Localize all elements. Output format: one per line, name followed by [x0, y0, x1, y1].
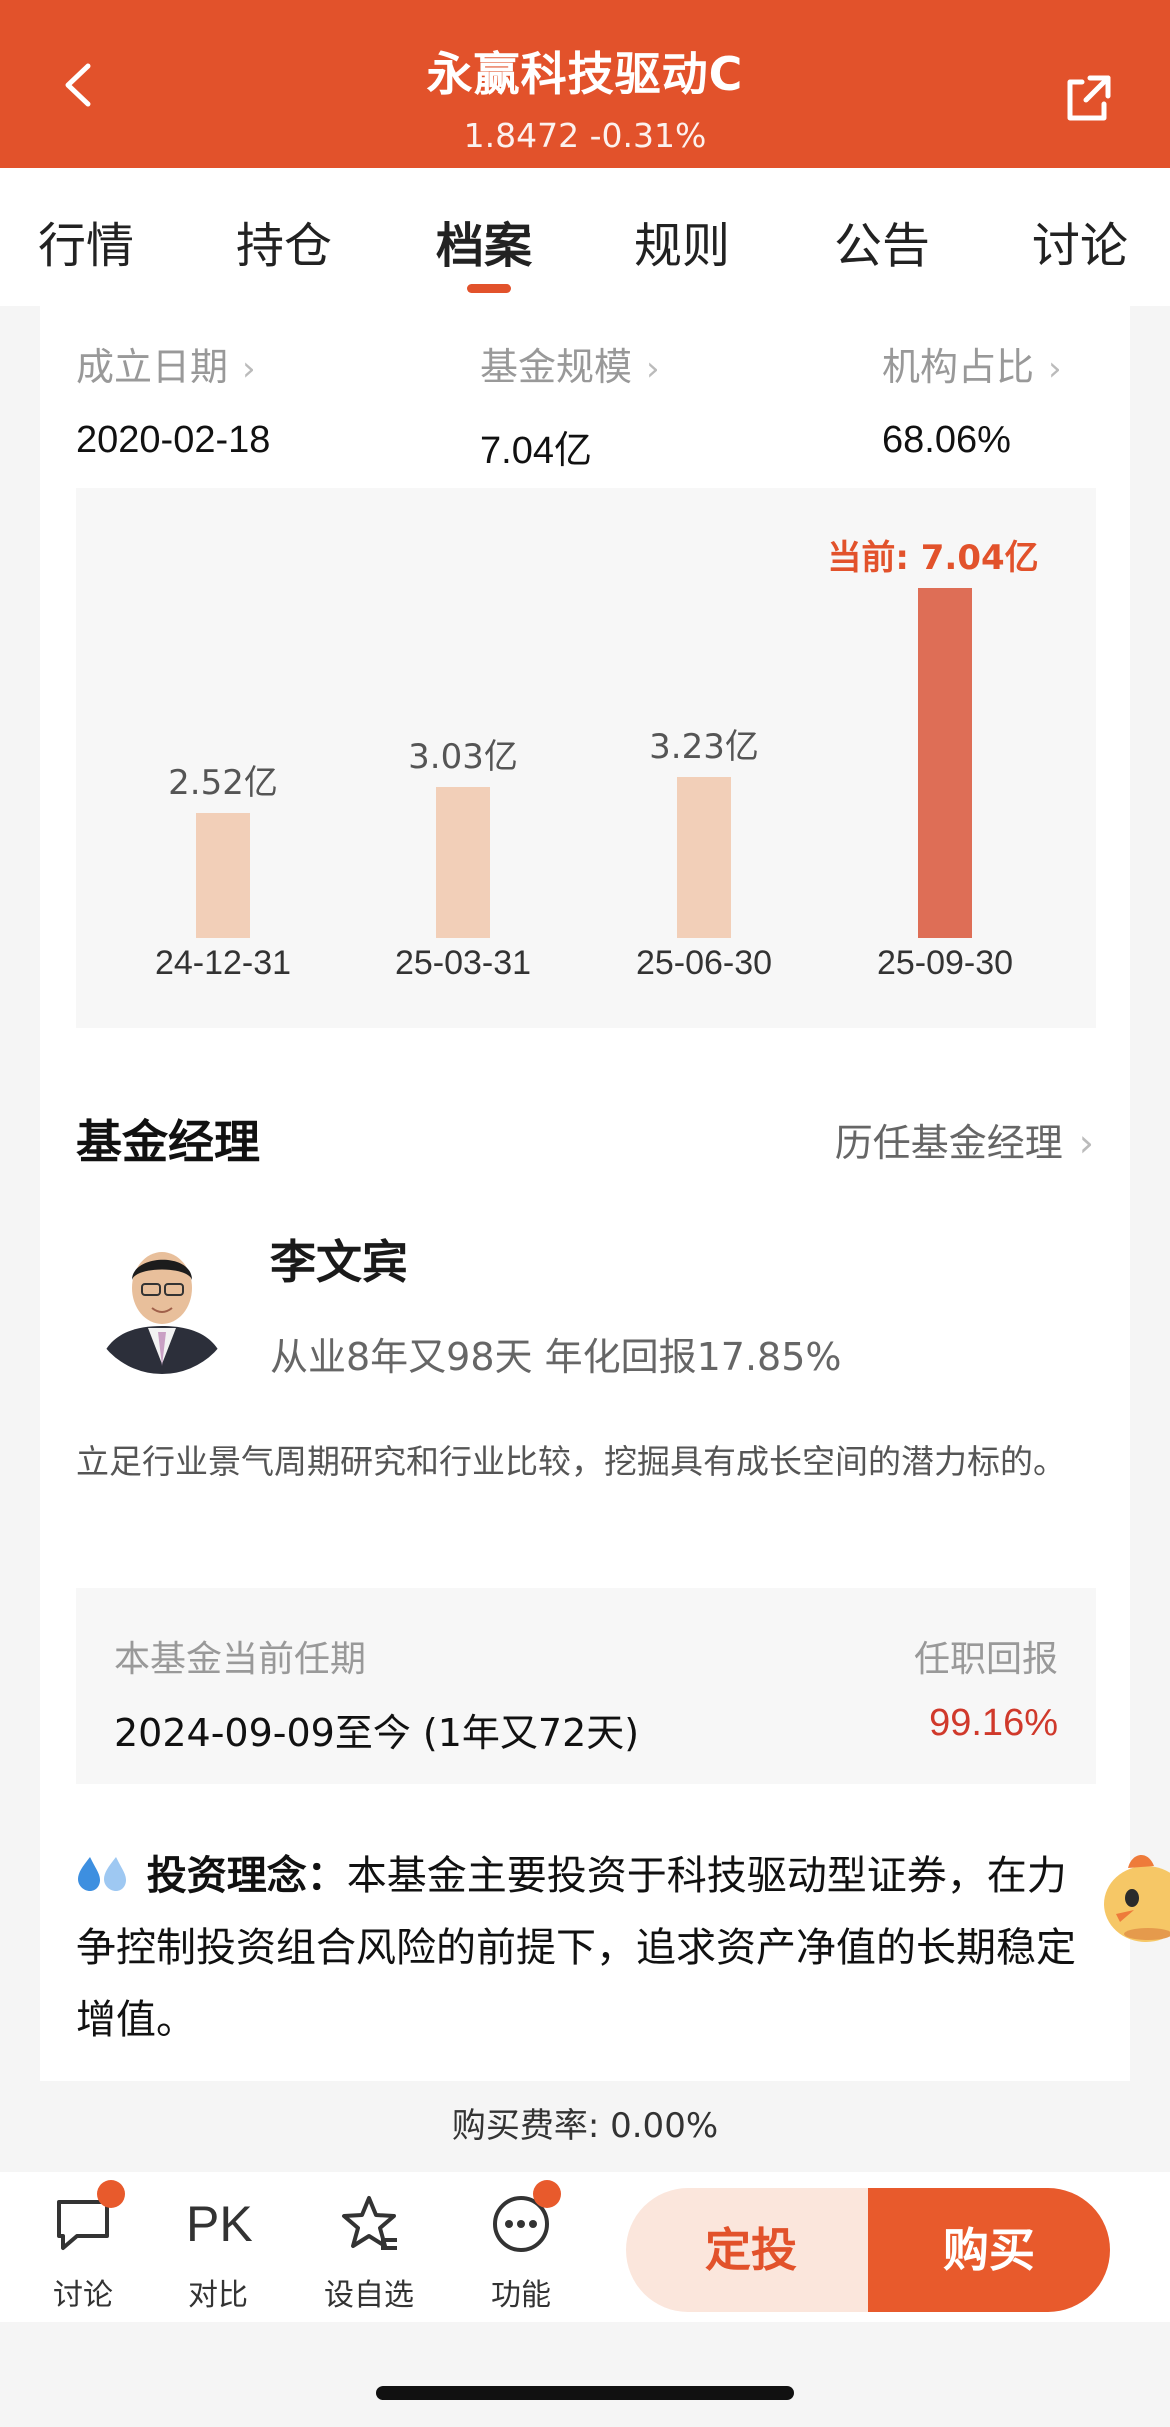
stat-value: 2020-02-18 — [76, 419, 271, 461]
discuss-label: 讨论 — [53, 2278, 113, 2313]
profile-card: 成立日期 › 2020-02-18 基金规模 › 7.04亿 机构占比 › 68.06… — [40, 306, 1130, 2081]
chart-value-label: 当前: 7.04亿 — [827, 538, 1039, 578]
chart-bar[interactable] — [436, 787, 490, 938]
price-change: 1.8472 -0.31% — [463, 116, 707, 155]
chart-value-label: 3.23亿 — [649, 727, 759, 767]
history-managers-link[interactable]: 历任基金经理 › — [835, 1112, 1094, 1167]
tab-rules[interactable]: 规则 — [634, 206, 730, 276]
more-functions-button[interactable]: 功能 — [466, 2180, 576, 2314]
chart-value-label: 2.52亿 — [168, 763, 278, 803]
chevron-right-icon: › — [242, 349, 256, 389]
tab-holdings[interactable]: 持仓 — [236, 206, 332, 276]
chart-bar[interactable] — [918, 588, 972, 938]
notification-dot — [533, 2180, 561, 2208]
buy-button[interactable]: 购买 — [868, 2188, 1110, 2312]
chart-bar[interactable] — [196, 813, 250, 938]
bottom-safe-area — [0, 2322, 1170, 2427]
share-icon[interactable] — [1060, 70, 1116, 126]
investment-philosophy: 投资理念：本基金主要投资于科技驱动型证券，在力争控制投资组合风险的前提下，追求资… — [76, 1840, 1106, 2056]
manager-section-title: 基金经理 — [76, 1115, 260, 1169]
mascot-icon[interactable] — [1098, 1842, 1170, 1952]
active-tab-indicator — [467, 284, 511, 293]
stat-scale[interactable]: 基金规模 › 7.04亿 — [480, 336, 660, 474]
tenure-box: 本基金当前任期 2024-09-09至今 (1年又72天) 任职回报 99.16… — [76, 1588, 1096, 1784]
manager-description: 立足行业景气周期研究和行业比较，挖掘具有成长空间的潜力标的。 — [76, 1442, 1066, 1481]
tab-announcements[interactable]: 公告 — [834, 206, 930, 276]
history-link-label: 历任基金经理 — [834, 1121, 1063, 1165]
stat-label: 基金规模 — [480, 345, 633, 389]
chart-category-label: 25-09-30 — [876, 944, 1014, 982]
manager-info: 从业8年又98天 年化回报17.85% — [270, 1335, 842, 1379]
star-icon — [342, 2196, 397, 2250]
avatar[interactable] — [88, 1226, 236, 1374]
chevron-right-icon: › — [1048, 349, 1062, 389]
auto-invest-button[interactable]: 定投 — [626, 2188, 876, 2312]
chart-category-label: 24-12-31 — [154, 944, 292, 982]
add-watchlist-label: 设自选 — [324, 2278, 414, 2313]
discuss-button[interactable]: 讨论 — [28, 2180, 138, 2314]
tab-discussion[interactable]: 讨论 — [1032, 206, 1128, 276]
tenure-return-value: 99.16% — [929, 1702, 1058, 1744]
compare-label: 对比 — [188, 2278, 248, 2313]
compare-button[interactable]: PK 对比 — [163, 2192, 273, 2314]
chart-bar[interactable] — [677, 777, 731, 938]
stat-established[interactable]: 成立日期 › 2020-02-18 — [76, 336, 270, 462]
tenure-return-label: 任职回报 — [913, 1639, 1058, 1680]
tab-profile[interactable]: 档案 — [436, 206, 532, 276]
page-title: 永赢科技驱动C — [426, 47, 744, 101]
fund-scale-chart: 2.52亿 24-12-31 3.03亿 25-03-31 3.23亿 25-06-30 当… — [76, 488, 1096, 1028]
pk-icon: PK — [186, 2196, 253, 2252]
stat-label: 成立日期 — [76, 345, 229, 389]
purchase-fee: 购买费率: 0.00% — [451, 2106, 719, 2146]
add-watchlist-button[interactable]: 设自选 — [314, 2192, 424, 2314]
chevron-right-icon: › — [1078, 1121, 1094, 1165]
quote-icon — [78, 1857, 126, 1891]
stat-value: 68.06% — [882, 419, 1011, 461]
tenure-value: 2024-09-09至今 (1年又72天) — [114, 1711, 640, 1755]
chart-value-label: 3.03亿 — [408, 737, 518, 777]
bottom-action-bar: 讨论 PK 对比 设自选 功能 定投 购买 — [0, 2172, 1170, 2322]
philosophy-label: 投资理念： — [146, 1853, 347, 1899]
notification-dot — [97, 2180, 125, 2208]
manager-name[interactable]: 李文宾 — [270, 1226, 408, 1292]
stat-value: 7.04亿 — [480, 430, 592, 472]
tab-bar: 行情 持仓 档案 规则 公告 讨论 — [0, 168, 1170, 306]
chevron-right-icon: › — [646, 349, 660, 389]
app-header: 永赢科技驱动C 1.8472 -0.31% — [0, 0, 1170, 168]
more-functions-label: 功能 — [491, 2278, 551, 2313]
home-indicator — [376, 2386, 794, 2400]
chart-category-label: 25-03-31 — [394, 944, 532, 982]
chart-category-label: 25-06-30 — [635, 944, 773, 982]
stat-label: 机构占比 — [882, 345, 1035, 389]
tab-market[interactable]: 行情 — [38, 206, 134, 276]
stat-institution[interactable]: 机构占比 › 68.06% — [882, 336, 1062, 462]
tenure-label: 本基金当前任期 — [114, 1639, 367, 1680]
